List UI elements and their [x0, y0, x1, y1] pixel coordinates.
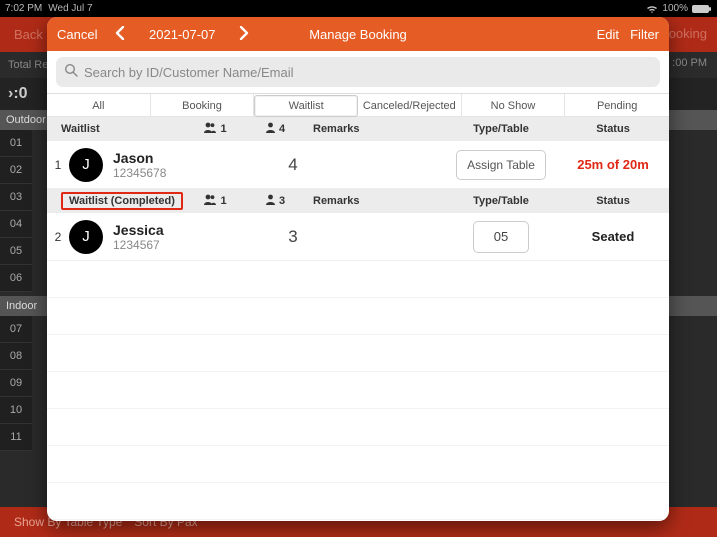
battery-icon: [692, 4, 712, 14]
search-field[interactable]: [56, 57, 660, 87]
bg-booking-tab[interactable]: ooking: [669, 26, 707, 41]
bg-back[interactable]: Back: [14, 27, 43, 42]
assign-table-button[interactable]: Assign Table: [456, 150, 546, 180]
bg-hour-10: 10: [0, 397, 32, 424]
pax-count: 4: [245, 155, 341, 175]
seat-status: Seated: [557, 229, 669, 244]
filter-button[interactable]: Filter: [630, 27, 659, 42]
bg-hour-03: 03: [0, 184, 32, 211]
search-input[interactable]: [84, 65, 652, 80]
bg-time-slot: :00 PM: [672, 57, 707, 69]
customer-name: Jason: [113, 150, 245, 166]
booking-id: 12345678: [113, 166, 245, 180]
col-remarks: Remarks: [305, 195, 445, 207]
booking-id: 1234567: [113, 238, 245, 252]
people-count: 4: [245, 122, 305, 136]
current-date[interactable]: 2021-07-07: [149, 27, 216, 42]
person-icon: [265, 122, 276, 136]
row-index: 1: [47, 158, 69, 172]
cancel-button[interactable]: Cancel: [57, 27, 97, 42]
section-header-completed: Waitlist (Completed) 1 3 Remarks Type/Ta…: [47, 189, 669, 213]
device-statusbar: 7:02 PM Wed Jul 7 100%: [0, 0, 717, 17]
bg-hour-02: 02: [0, 157, 32, 184]
bg-hour-06: 06: [0, 265, 32, 292]
col-type: Type/Table: [445, 123, 557, 135]
avatar: J: [69, 220, 103, 254]
bg-hour-01: 01: [0, 130, 32, 157]
col-status: Status: [557, 195, 669, 207]
prev-day-button[interactable]: [115, 26, 125, 43]
bg-hour-04: 04: [0, 211, 32, 238]
col-remarks: Remarks: [305, 123, 445, 135]
row-index: 2: [47, 230, 69, 244]
bg-hour-11: 11: [0, 424, 32, 451]
bg-total-res: Total Re: [8, 59, 48, 71]
waitlist-row[interactable]: 2 J Jessica 1234567 3 05 Seated: [47, 213, 669, 261]
avatar: J: [69, 148, 103, 182]
bg-hour-07: 07: [0, 316, 32, 343]
pax-count: 3: [245, 227, 341, 247]
tab-pending[interactable]: Pending: [565, 94, 669, 117]
search-icon: [64, 63, 78, 82]
tab-canceled[interactable]: Canceled/Rejected: [358, 94, 462, 117]
status-date: Wed Jul 7: [48, 3, 92, 14]
tab-noshow[interactable]: No Show: [462, 94, 566, 117]
list-body: [47, 261, 669, 521]
modal-title: Manage Booking: [47, 27, 669, 42]
edit-button[interactable]: Edit: [597, 27, 619, 42]
status-time: 7:02 PM: [5, 3, 42, 14]
section-title: Waitlist (Completed): [47, 192, 185, 210]
people-count: 3: [245, 194, 305, 208]
filter-tabs: All Booking Waitlist Canceled/Rejected N…: [47, 93, 669, 117]
modal-header: Cancel 2021-07-07 Manage Booking Edit Fi…: [47, 17, 669, 51]
tab-booking[interactable]: Booking: [151, 94, 255, 117]
manage-booking-modal: Cancel 2021-07-07 Manage Booking Edit Fi…: [47, 17, 669, 521]
bg-hour-05: 05: [0, 238, 32, 265]
next-day-button[interactable]: [239, 26, 249, 43]
bg-hour-09: 09: [0, 370, 32, 397]
col-status: Status: [557, 123, 669, 135]
section-header-waitlist: Waitlist 1 4 Remarks Type/Table Status: [47, 117, 669, 141]
section-title: Waitlist: [47, 123, 185, 135]
wifi-icon: [646, 4, 658, 14]
customer-name: Jessica: [113, 222, 245, 238]
wait-timer: 25m of 20m: [557, 157, 669, 172]
col-type: Type/Table: [445, 195, 557, 207]
groups-count: 1: [185, 122, 245, 136]
waitlist-row[interactable]: 1 J Jason 12345678 4 Assign Table 25m of…: [47, 141, 669, 189]
person-icon: [265, 194, 276, 208]
groups-count: 1: [185, 194, 245, 208]
tab-waitlist[interactable]: Waitlist: [254, 95, 358, 117]
groups-icon: [203, 194, 217, 208]
table-number[interactable]: 05: [473, 221, 529, 253]
tab-all[interactable]: All: [47, 94, 151, 117]
bg-hour-08: 08: [0, 343, 32, 370]
battery-pct: 100%: [662, 3, 688, 14]
groups-icon: [203, 122, 217, 136]
